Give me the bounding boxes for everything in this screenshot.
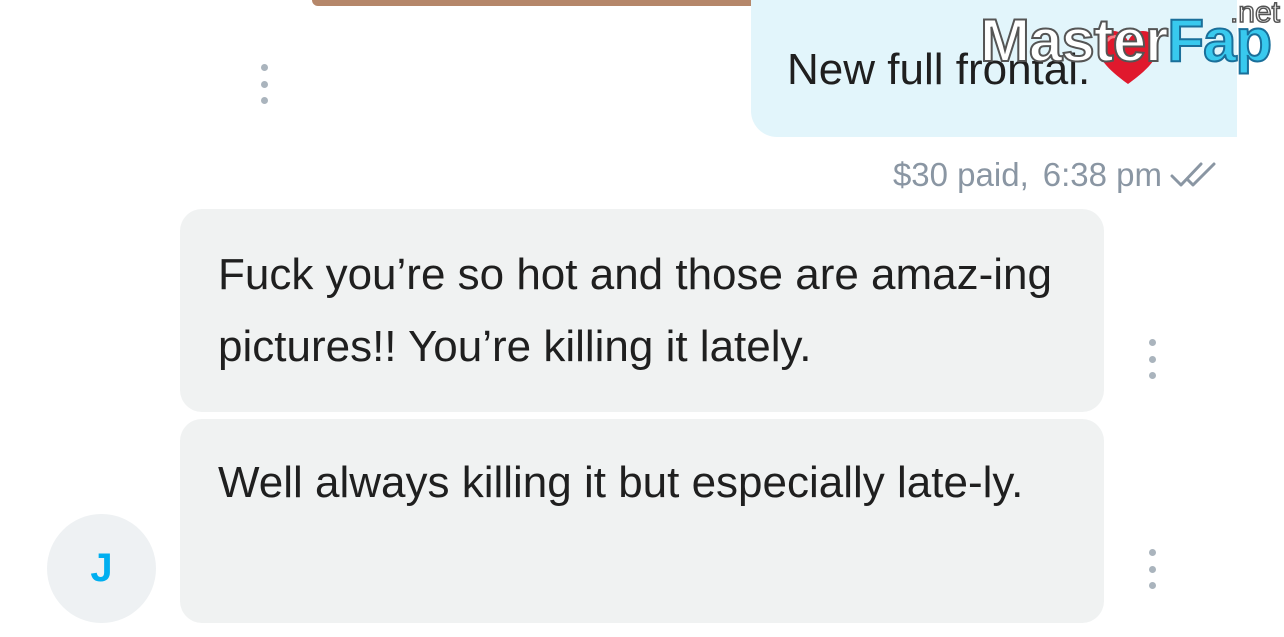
meta-separator: , [1019, 156, 1029, 193]
received-message-text: Fuck you’re so hot and those are amaz-in… [218, 250, 1053, 371]
received-message-options-icon[interactable] [1144, 339, 1160, 379]
watermark-main: Master [979, 6, 1169, 75]
received-message-bubble[interactable]: Well always killing it but especially la… [180, 419, 1104, 623]
received-message-text: Well always killing it but especially la… [218, 458, 1024, 507]
double-check-icon [1170, 160, 1226, 190]
avatar-initial: J [90, 546, 113, 590]
avatar[interactable]: J [47, 514, 156, 623]
message-meta: $30 paid , 6:38 pm [893, 150, 1226, 200]
price-label: $30 paid [892, 156, 1020, 193]
message-time: 6:38 pm [1042, 156, 1162, 193]
watermark-logo: .net MasterFap [978, 0, 1284, 80]
chat-screen: New full frontal. $30 paid , 6:38 pm Fuc… [0, 0, 1284, 637]
received-message-bubble[interactable]: Fuck you’re so hot and those are amaz-in… [180, 209, 1104, 412]
watermark-accent: Fap [1166, 6, 1273, 75]
sent-message-options-icon[interactable] [256, 64, 272, 104]
received-message-options-icon[interactable] [1144, 549, 1160, 589]
